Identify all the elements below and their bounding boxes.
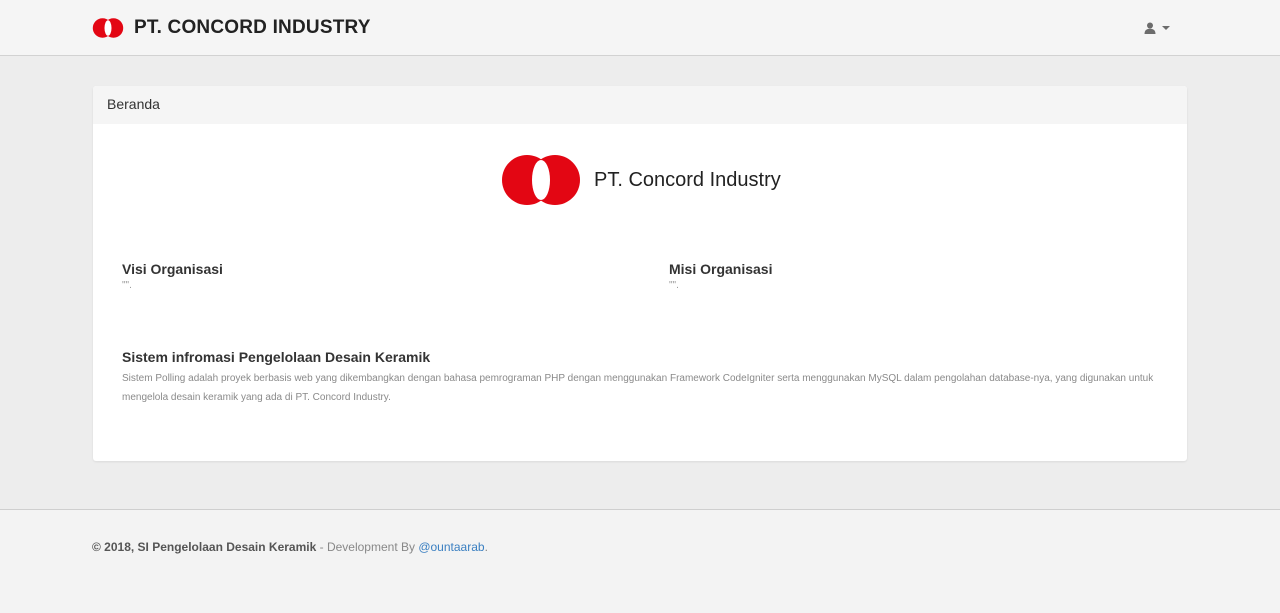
author-link[interactable]: @ountaarab bbox=[418, 540, 484, 554]
brand-link[interactable]: PT. CONCORD INDUSTRY bbox=[92, 14, 371, 42]
about-title: Sistem infromasi Pengelolaan Desain Kera… bbox=[122, 349, 431, 365]
home-panel: Beranda PT. Concord Industry Visi Organi… bbox=[93, 86, 1187, 461]
panel-heading: Beranda bbox=[93, 86, 1187, 124]
brand-title: PT. CONCORD INDUSTRY bbox=[134, 17, 371, 38]
user-dropdown-toggle[interactable] bbox=[1144, 18, 1170, 38]
page-footer: © 2018, SI Pengelolaan Desain Keramik - … bbox=[0, 509, 1280, 613]
concord-logo-icon bbox=[502, 155, 580, 205]
visi-section: Visi Organisasi "". bbox=[122, 260, 223, 292]
caret-down-icon bbox=[1162, 26, 1170, 30]
footer-copyright: © 2018, SI Pengelolaan Desain Keramik bbox=[92, 540, 317, 554]
misi-value: "". bbox=[669, 280, 679, 291]
about-description: Sistem Polling adalah proyek berbasis we… bbox=[122, 373, 1154, 403]
footer-separator: - Development By bbox=[316, 540, 419, 554]
concord-logo-icon bbox=[92, 18, 124, 38]
company-name: PT. Concord Industry bbox=[594, 168, 781, 191]
footer-trailing: . bbox=[484, 540, 488, 554]
user-icon bbox=[1144, 22, 1156, 34]
about-section: Sistem infromasi Pengelolaan Desain Kera… bbox=[122, 348, 1162, 407]
visi-title: Visi Organisasi bbox=[122, 261, 223, 277]
misi-section: Misi Organisasi "". bbox=[669, 260, 772, 292]
footer-credits: © 2018, SI Pengelolaan Desain Keramik - … bbox=[92, 540, 488, 554]
company-hero: PT. Concord Industry bbox=[500, 153, 781, 207]
misi-title: Misi Organisasi bbox=[669, 261, 773, 277]
visi-value: "". bbox=[122, 280, 132, 291]
top-navbar: PT. CONCORD INDUSTRY bbox=[0, 0, 1280, 56]
